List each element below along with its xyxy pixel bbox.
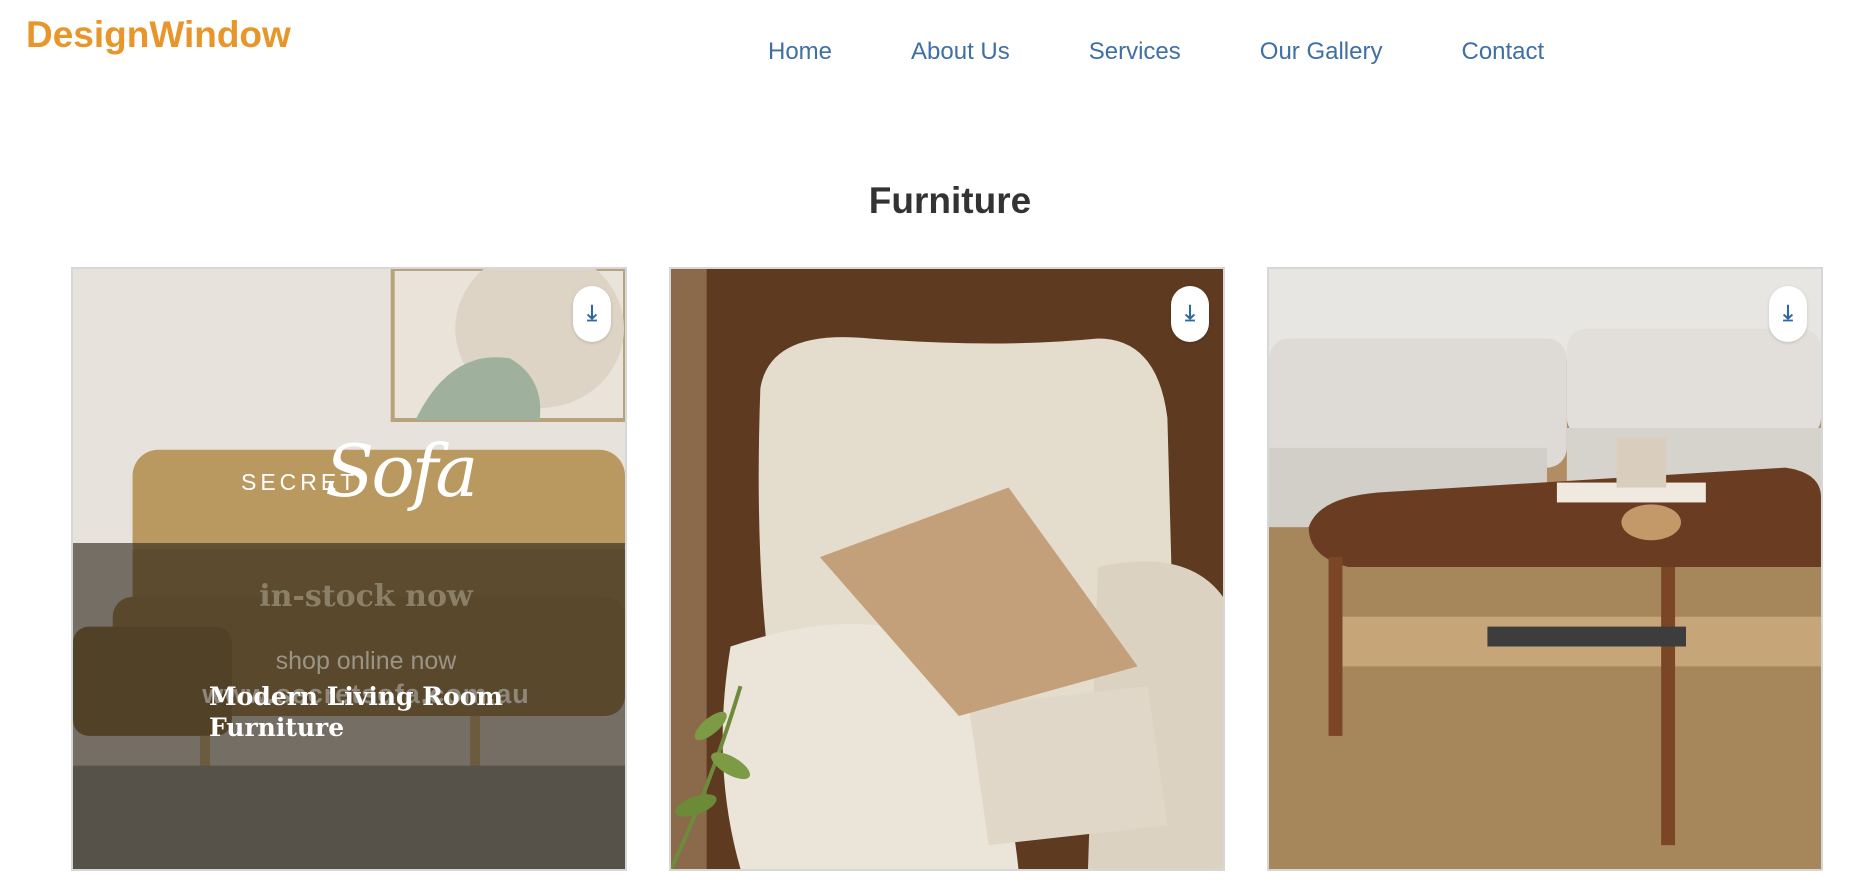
coffee-table-photo (1269, 269, 1821, 869)
download-icon: ⤓ (587, 301, 597, 326)
nav-link-our-gallery[interactable]: Our Gallery (1260, 38, 1383, 66)
main-nav: Home About Us Services Our Gallery Conta… (768, 38, 1623, 66)
armchair-photo (671, 269, 1223, 869)
brand-sofa-text: Sofa (325, 429, 478, 513)
furniture-gallery: SECRET Sofa in-stock now shop online now… (71, 267, 1823, 871)
download-icon: ⤓ (1783, 301, 1793, 326)
download-button[interactable]: ⤓ (1769, 286, 1807, 342)
download-icon: ⤓ (1185, 301, 1195, 326)
site-logo[interactable]: DesignWindow (26, 14, 291, 56)
download-button[interactable]: ⤓ (573, 286, 611, 342)
nav-link-home[interactable]: Home (768, 38, 832, 66)
section-title: Furniture (868, 180, 1032, 221)
instock-text: in-stock now (259, 579, 473, 614)
shop-online-text: shop online now (275, 647, 457, 675)
nav-link-services[interactable]: Services (1089, 38, 1181, 66)
download-button[interactable]: ⤓ (1171, 286, 1209, 342)
gallery-card-sofa[interactable]: SECRET Sofa in-stock now shop online now… (71, 267, 627, 871)
card-caption: Modern Living Room Furniture (209, 682, 503, 742)
nav-link-contact[interactable]: Contact (1461, 38, 1544, 66)
nav-link-about-us[interactable]: About Us (911, 38, 1010, 66)
gallery-card-armchair[interactable]: ⤓ (669, 267, 1225, 871)
gallery-card-coffee-table[interactable]: ⤓ (1267, 267, 1823, 871)
site-header: DesignWindow Home About Us Services Our … (0, 0, 1849, 100)
